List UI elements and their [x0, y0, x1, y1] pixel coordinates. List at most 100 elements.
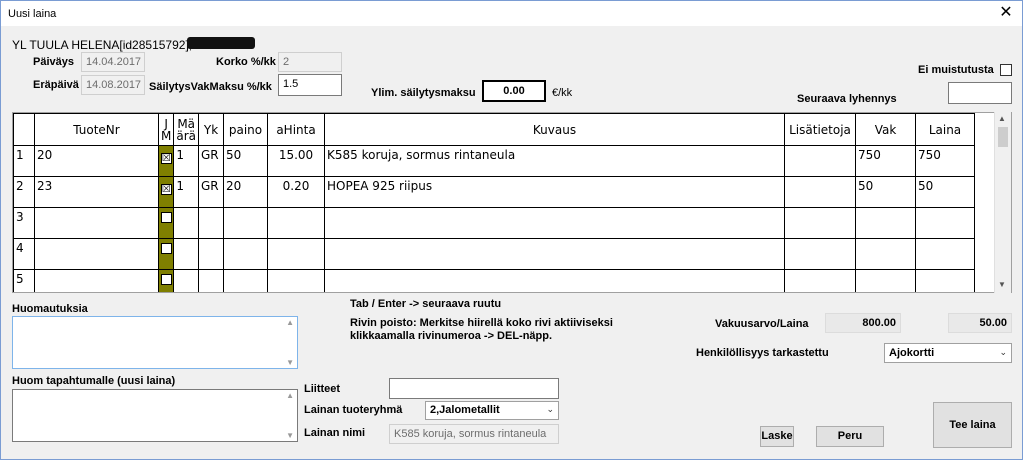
table-row[interactable]: 3 [13, 207, 975, 239]
row-number[interactable]: 1 [13, 145, 35, 177]
cell-ahinta[interactable]: 15.00 [267, 145, 325, 177]
henkilollisyys-select[interactable]: Ajokortti ⌄ [884, 343, 1012, 363]
cell-kuvaus[interactable]: HOPEA 925 riipus [324, 176, 785, 208]
huom-tapahtumalle-textarea[interactable]: ▲ ▼ [12, 389, 298, 442]
header-lisatietoja[interactable]: Lisätietoja [784, 113, 856, 146]
items-grid[interactable]: TuoteNr JM Mä ärä Yk paino aHinta Kuvaus … [12, 112, 1012, 293]
textarea-scroll-down-icon[interactable]: ▼ [286, 358, 294, 367]
tuoteryhma-select[interactable]: 2,Jalometallit ⌄ [425, 401, 559, 420]
cell-maara[interactable] [173, 207, 199, 239]
cell-maara[interactable] [173, 269, 199, 292]
huomautuksia-textarea[interactable]: ▲ ▼ [12, 316, 298, 369]
laske-button[interactable]: Laske [760, 426, 794, 447]
cell-laina[interactable] [915, 207, 975, 239]
ylim-input[interactable]: 0.00 [482, 80, 546, 102]
jm-checkbox[interactable] [160, 274, 172, 285]
cell-vak[interactable] [855, 269, 916, 292]
cell-paino[interactable] [223, 269, 268, 292]
cell-maara[interactable]: 1 [173, 145, 199, 177]
liitteet-input[interactable] [389, 378, 559, 399]
header-jm[interactable]: JM [157, 113, 175, 146]
jm-checkbox[interactable]: ☒ [160, 153, 172, 164]
cell-laina[interactable] [915, 269, 975, 292]
cell-jm[interactable]: ☒ [157, 176, 175, 208]
table-row[interactable]: 2 23 ☒ 1 GR 20 0.20 HOPEA 925 riipus 50 … [13, 176, 975, 208]
cell-maara[interactable] [173, 238, 199, 270]
cell-kuvaus[interactable]: K585 koruja, sormus rintaneula [324, 145, 785, 177]
row-number[interactable]: 5 [13, 269, 35, 292]
cell-tuotenr[interactable] [34, 238, 159, 270]
table-row[interactable]: 1 20 ☒ 1 GR 50 15.00 K585 koruja, sormus… [13, 145, 975, 177]
cell-jm[interactable] [157, 269, 175, 292]
jm-checkbox[interactable] [160, 212, 172, 223]
erapaiva-field[interactable]: 14.08.2017 [81, 75, 145, 95]
textarea2-scroll-up-icon[interactable]: ▲ [286, 391, 294, 400]
header-ahinta[interactable]: aHinta [267, 113, 325, 146]
cell-paino[interactable]: 20 [223, 176, 268, 208]
cell-lisatietoja[interactable] [784, 145, 856, 177]
header-vak[interactable]: Vak [855, 113, 916, 146]
seuraava-input[interactable] [948, 82, 1012, 104]
cell-jm[interactable]: ☒ [157, 145, 175, 177]
close-icon[interactable]: ✕ [996, 4, 1016, 22]
cell-maara[interactable]: 1 [173, 176, 199, 208]
grid-scrollbar[interactable]: ▲ ▼ [994, 112, 1011, 293]
header-maara[interactable]: Mä ärä [173, 113, 199, 146]
cell-laina[interactable]: 750 [915, 145, 975, 177]
cell-yk[interactable] [198, 238, 224, 270]
tee-laina-button[interactable]: Tee laina [933, 402, 1012, 448]
cell-laina[interactable] [915, 238, 975, 270]
row-number[interactable]: 4 [13, 238, 35, 270]
cell-tuotenr[interactable] [34, 207, 159, 239]
jm-checkbox[interactable]: ☒ [160, 184, 172, 195]
header-yk[interactable]: Yk [198, 113, 224, 146]
cell-lisatietoja[interactable] [784, 176, 856, 208]
cell-yk[interactable] [198, 207, 224, 239]
cell-vak[interactable]: 750 [855, 145, 916, 177]
sailytys-input[interactable]: 1.5 [278, 74, 342, 96]
header-kuvaus[interactable]: Kuvaus [324, 113, 785, 146]
cell-jm[interactable] [157, 238, 175, 270]
cell-laina[interactable]: 50 [915, 176, 975, 208]
peru-button[interactable]: Peru [816, 426, 884, 447]
textarea-scroll-up-icon[interactable]: ▲ [286, 318, 294, 327]
korko-field[interactable]: 2 [278, 52, 342, 72]
jm-checkbox[interactable] [160, 243, 172, 254]
cell-yk[interactable]: GR [198, 176, 224, 208]
cell-vak[interactable] [855, 238, 916, 270]
cell-kuvaus[interactable] [324, 207, 785, 239]
cell-paino[interactable]: 50 [223, 145, 268, 177]
scroll-down-icon[interactable]: ▼ [998, 280, 1006, 289]
cell-paino[interactable] [223, 207, 268, 239]
cell-kuvaus[interactable] [324, 238, 785, 270]
cell-ahinta[interactable] [267, 269, 325, 292]
cell-tuotenr[interactable] [34, 269, 159, 292]
cell-ahinta[interactable]: 0.20 [267, 176, 325, 208]
cell-jm[interactable] [157, 207, 175, 239]
cell-vak[interactable] [855, 207, 916, 239]
cell-kuvaus[interactable] [324, 269, 785, 292]
cell-ahinta[interactable] [267, 238, 325, 270]
cell-yk[interactable]: GR [198, 145, 224, 177]
row-number[interactable]: 3 [13, 207, 35, 239]
row-number[interactable]: 2 [13, 176, 35, 208]
table-row[interactable]: 4 [13, 238, 975, 270]
cell-tuotenr[interactable]: 23 [34, 176, 159, 208]
ei-muistutusta-checkbox[interactable] [1000, 64, 1012, 76]
textarea2-scroll-down-icon[interactable]: ▼ [286, 431, 294, 440]
cell-tuotenr[interactable]: 20 [34, 145, 159, 177]
header-tuotenr[interactable]: TuoteNr [34, 113, 159, 146]
header-laina[interactable]: Laina [915, 113, 975, 146]
header-paino[interactable]: paino [223, 113, 268, 146]
table-row[interactable]: 5 [13, 269, 975, 292]
cell-lisatietoja[interactable] [784, 238, 856, 270]
cell-lisatietoja[interactable] [784, 207, 856, 239]
scroll-up-icon[interactable]: ▲ [998, 114, 1006, 123]
cell-yk[interactable] [198, 269, 224, 292]
lainan-nimi-field[interactable]: K585 koruja, sormus rintaneula [389, 424, 559, 444]
paivays-field[interactable]: 14.04.2017 [81, 52, 145, 72]
cell-vak[interactable]: 50 [855, 176, 916, 208]
cell-paino[interactable] [223, 238, 268, 270]
cell-lisatietoja[interactable] [784, 269, 856, 292]
cell-ahinta[interactable] [267, 207, 325, 239]
